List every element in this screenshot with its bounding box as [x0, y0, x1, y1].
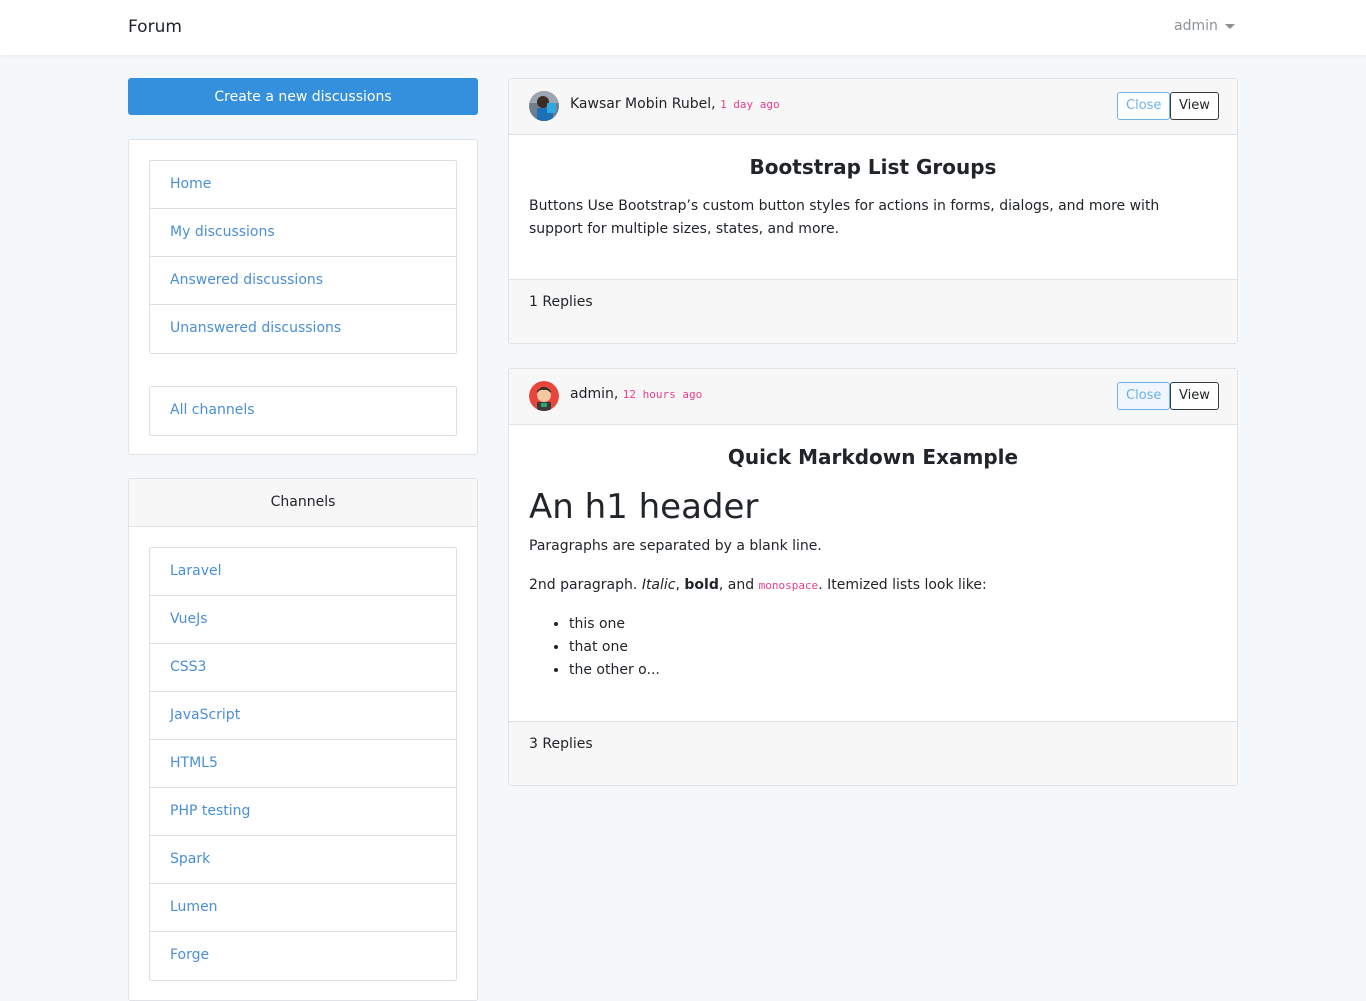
list-item: the other o...: [569, 659, 1217, 682]
view-button[interactable]: View: [1170, 92, 1219, 120]
channel-item-vuejs[interactable]: VueJs: [150, 596, 456, 644]
nav-item-my-discussions[interactable]: My discussions: [150, 209, 456, 257]
paragraph-text: 2nd paragraph.: [529, 577, 642, 593]
avatar: [529, 381, 559, 411]
user-name: admin: [1174, 18, 1218, 34]
sidebar: Create a new discussions Home My discuss…: [128, 78, 478, 1001]
monospace-text: monospace: [758, 579, 819, 592]
markdown-list: this one that one the other o...: [529, 613, 1217, 682]
channel-item-lumen[interactable]: Lumen: [150, 884, 456, 932]
bold-text: bold: [684, 577, 719, 593]
avatar: [529, 91, 559, 121]
channel-item-forge[interactable]: Forge: [150, 932, 456, 980]
discussion-card: Kawsar Mobin Rubel, 1 day ago Close View…: [508, 78, 1238, 344]
replies-count: 3 Replies: [529, 736, 593, 752]
view-button[interactable]: View: [1170, 382, 1219, 410]
nav-item-all-channels[interactable]: All channels: [150, 387, 456, 435]
nav-item-answered-discussions[interactable]: Answered discussions: [150, 257, 456, 305]
markdown-paragraph: 2nd paragraph. Italic, bold, and monospa…: [529, 574, 1217, 597]
close-button[interactable]: Close: [1117, 382, 1171, 410]
author-line: admin, 12 hours ago: [570, 386, 702, 402]
channel-item-php-testing[interactable]: PHP testing: [150, 788, 456, 836]
markdown-h1: An h1 header: [529, 487, 759, 527]
navigation-card: Home My discussions Answered discussions…: [128, 139, 478, 455]
markdown-paragraph: Paragraphs are separated by a blank line…: [529, 538, 822, 554]
italic-text: Italic: [641, 577, 676, 593]
paragraph-text: , and: [718, 577, 759, 593]
discussion-feed: Kawsar Mobin Rubel, 1 day ago Close View…: [508, 78, 1238, 810]
post-time: 1 day ago: [720, 98, 780, 111]
author-line: Kawsar Mobin Rubel, 1 day ago: [570, 96, 780, 112]
discussion-header: admin, 12 hours ago Close View: [509, 369, 1237, 425]
channel-item-javascript[interactable]: JavaScript: [150, 692, 456, 740]
create-discussion-button[interactable]: Create a new discussions: [128, 78, 478, 115]
nav-item-home[interactable]: Home: [150, 161, 456, 209]
list-item: this one: [569, 613, 1217, 636]
nav-item-unanswered-discussions[interactable]: Unanswered discussions: [150, 305, 456, 353]
brand-link[interactable]: Forum: [128, 17, 182, 37]
top-navbar: Forum admin: [0, 0, 1366, 55]
all-channels-list: All channels: [149, 386, 457, 436]
discussion-filter-list: Home My discussions Answered discussions…: [149, 160, 457, 354]
list-item: that one: [569, 636, 1217, 659]
discussion-header: Kawsar Mobin Rubel, 1 day ago Close View: [509, 79, 1237, 135]
author-name[interactable]: admin,: [570, 386, 618, 402]
channels-header: Channels: [129, 479, 477, 527]
discussion-content: Buttons Use Bootstrap’s custom button st…: [529, 198, 1160, 237]
channel-item-spark[interactable]: Spark: [150, 836, 456, 884]
channel-item-html5[interactable]: HTML5: [150, 740, 456, 788]
channels-card: Channels Laravel VueJs CSS3 JavaScript H…: [128, 478, 478, 1001]
user-dropdown[interactable]: admin: [1174, 18, 1235, 34]
replies-count: 1 Replies: [529, 294, 593, 310]
channel-item-laravel[interactable]: Laravel: [150, 548, 456, 596]
discussion-footer: 1 Replies: [509, 279, 1237, 343]
caret-down-icon: [1224, 23, 1235, 29]
channels-list: Laravel VueJs CSS3 JavaScript HTML5 PHP …: [149, 547, 457, 981]
discussion-body: Quick Markdown Example An h1 header Para…: [509, 425, 1237, 721]
author-name[interactable]: Kawsar Mobin Rubel,: [570, 96, 716, 112]
discussion-footer: 3 Replies: [509, 721, 1237, 785]
channel-item-css3[interactable]: CSS3: [150, 644, 456, 692]
paragraph-text: . Itemized lists look like:: [818, 577, 987, 593]
close-button[interactable]: Close: [1117, 92, 1171, 120]
discussion-title: Quick Markdown Example: [727, 445, 1019, 469]
discussion-body: Bootstrap List Groups Buttons Use Bootst…: [509, 135, 1237, 279]
post-time: 12 hours ago: [622, 388, 703, 401]
discussion-title: Bootstrap List Groups: [749, 155, 997, 179]
discussion-card: admin, 12 hours ago Close View Quick Mar…: [508, 368, 1238, 786]
